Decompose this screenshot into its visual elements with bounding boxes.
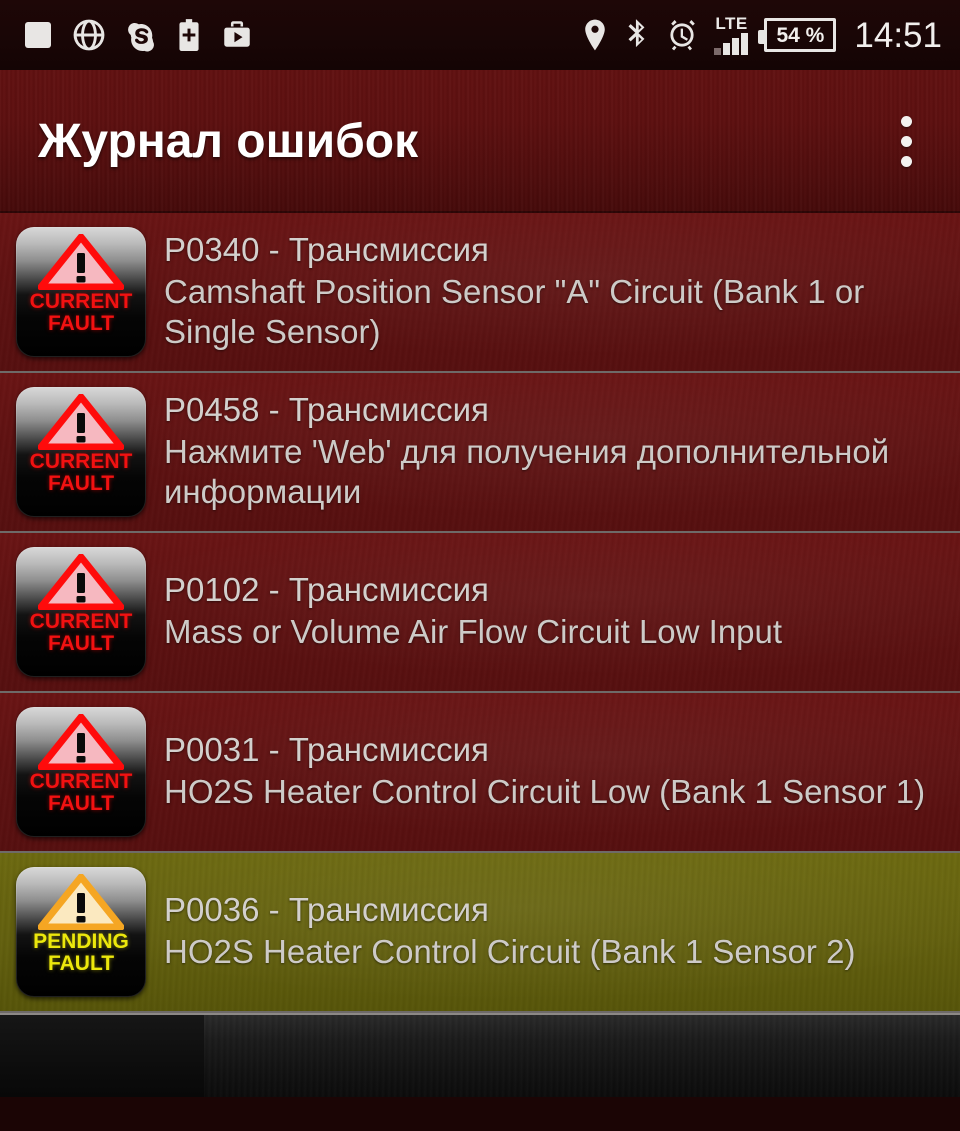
status-bar-right-icons: LTE 54 % 14:51 xyxy=(582,15,942,55)
status-bar-left-icons xyxy=(22,18,254,52)
fault-description: Mass or Volume Air Flow Circuit Low Inpu… xyxy=(164,613,783,651)
list-item[interactable]: PENDING FAULT P0036 - Трансмиссия HO2S H… xyxy=(0,853,960,1013)
badge-line-1: CURRENT xyxy=(29,450,133,473)
list-item-texts: P0102 - Трансмиссия Mass or Volume Air F… xyxy=(146,571,944,653)
battery-icon: 54 % xyxy=(758,18,837,52)
app-screen: LTE 54 % 14:51 Журнал ошибок CURRENT FAU… xyxy=(0,0,960,1131)
fault-code: P0458 - Трансмиссия xyxy=(164,390,489,428)
fault-description: Camshaft Position Sensor "A" Circuit (Ba… xyxy=(164,272,865,351)
badge-line-2: FAULT xyxy=(47,952,115,976)
badge-line-2: FAULT xyxy=(47,312,115,336)
bottom-panel-left-tab xyxy=(0,1015,204,1097)
badge-line-2: FAULT xyxy=(47,472,115,496)
signal-bars xyxy=(714,33,749,55)
network-type-label: LTE xyxy=(715,14,748,33)
fault-list: CURRENT FAULT P0340 - Трансмиссия Camsha… xyxy=(0,213,960,1013)
badge-line-2: FAULT xyxy=(47,792,115,816)
page-title: Журнал ошибок xyxy=(38,114,419,168)
current-fault-badge-icon: CURRENT FAULT xyxy=(16,227,146,357)
play-store-briefcase-icon xyxy=(220,18,254,52)
battery-percent-label: 54 % xyxy=(776,23,825,47)
current-fault-badge-icon: CURRENT FAULT xyxy=(16,547,146,677)
bluetooth-icon xyxy=(624,18,650,52)
skype-icon xyxy=(124,18,158,52)
battery-plus-icon xyxy=(176,18,202,52)
list-item[interactable]: CURRENT FAULT P0031 - Трансмиссия HO2S H… xyxy=(0,693,960,853)
warning-triangle-icon xyxy=(38,554,124,610)
list-item[interactable]: CURRENT FAULT P0458 - Трансмиссия Нажмит… xyxy=(0,373,960,533)
fault-code: P0340 - Трансмиссия xyxy=(164,230,489,268)
list-item-texts: P0458 - Трансмиссия Нажмите 'Web' для по… xyxy=(146,391,944,514)
warning-triangle-icon xyxy=(38,234,124,290)
globe-icon xyxy=(72,18,106,52)
list-item-texts: P0031 - Трансмиссия HO2S Heater Control … xyxy=(146,731,944,813)
badge-line-1: CURRENT xyxy=(29,610,133,633)
list-item[interactable]: CURRENT FAULT P0340 - Трансмиссия Camsha… xyxy=(0,213,960,373)
fault-code: P0031 - Трансмиссия xyxy=(164,731,489,769)
warning-triangle-icon xyxy=(38,394,124,450)
screenshot-icon xyxy=(22,19,54,51)
overflow-menu-icon[interactable] xyxy=(876,97,936,187)
warning-triangle-icon xyxy=(38,714,124,770)
location-icon xyxy=(582,18,608,52)
pending-fault-badge-icon: PENDING FAULT xyxy=(16,867,146,997)
status-bar: LTE 54 % 14:51 xyxy=(0,0,960,70)
app-title-bar: Журнал ошибок xyxy=(0,70,960,213)
badge-line-1: CURRENT xyxy=(29,770,133,793)
badge-line-2: FAULT xyxy=(47,632,115,656)
list-item-texts: P0036 - Трансмиссия HO2S Heater Control … xyxy=(146,891,944,973)
fault-description: HO2S Heater Control Circuit Low (Bank 1 … xyxy=(164,773,926,811)
fault-code: P0036 - Трансмиссия xyxy=(164,891,489,929)
fault-code: P0102 - Трансмиссия xyxy=(164,571,489,609)
badge-line-1: CURRENT xyxy=(29,290,133,313)
fault-description: Нажмите 'Web' для получения дополнительн… xyxy=(164,432,890,511)
current-fault-badge-icon: CURRENT FAULT xyxy=(16,387,146,517)
warning-triangle-icon xyxy=(38,874,124,930)
alarm-icon xyxy=(666,18,698,52)
current-fault-badge-icon: CURRENT FAULT xyxy=(16,707,146,837)
bottom-panel xyxy=(0,1013,960,1097)
list-item[interactable]: CURRENT FAULT P0102 - Трансмиссия Mass o… xyxy=(0,533,960,693)
status-bar-clock: 14:51 xyxy=(854,15,942,55)
badge-line-1: PENDING xyxy=(33,930,129,953)
fault-description: HO2S Heater Control Circuit (Bank 1 Sens… xyxy=(164,933,856,971)
signal-strength-icon: LTE xyxy=(714,14,749,55)
list-item-texts: P0340 - Трансмиссия Camshaft Position Se… xyxy=(146,231,944,354)
